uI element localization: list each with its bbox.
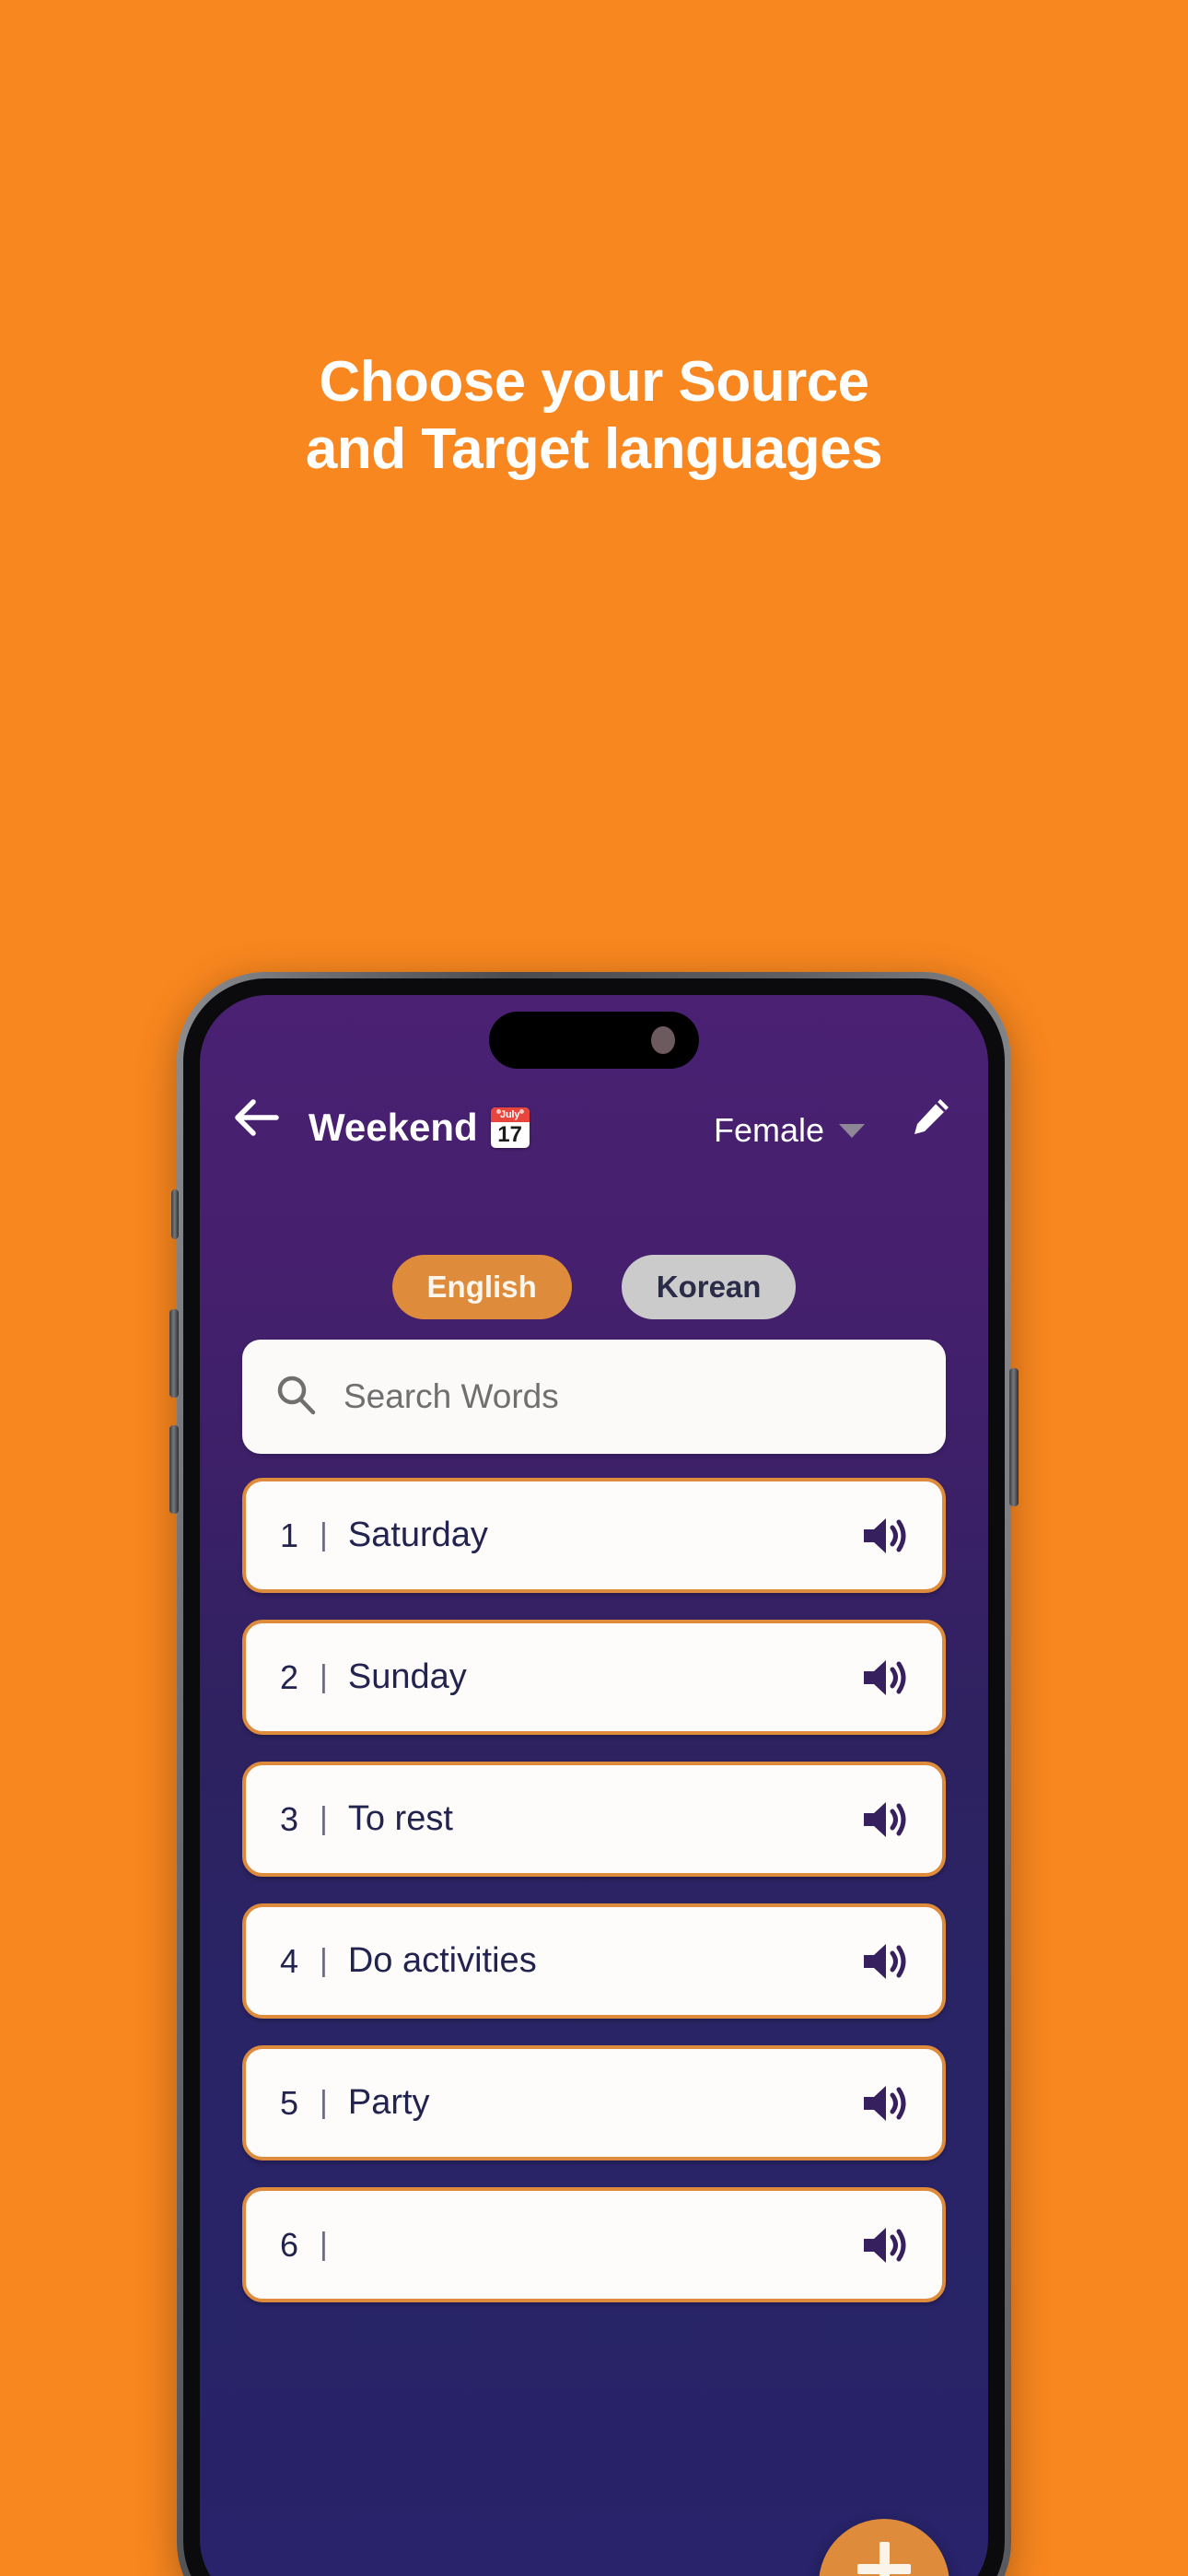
table-row[interactable]: 1 | Saturday [242,1478,946,1593]
promo-headline: Choose your Source and Target languages [0,348,1188,483]
word-index: 4 [279,1941,299,1980]
word-separator: | [320,1943,328,1978]
word-index: 3 [279,1799,299,1838]
language-chip-row: English Korean [200,1255,988,1319]
dynamic-island [489,1012,699,1069]
page-title: Weekend [309,1106,478,1149]
volume-up-icon[interactable] [859,2219,911,2271]
word-text: Do activities [347,1941,537,1980]
calendar-ring-left [495,1109,501,1114]
headline-line-2: and Target languages [305,417,883,482]
word-text: Saturday [347,1516,488,1554]
table-row[interactable]: 4 | Do activities [242,1903,946,2019]
table-row[interactable]: 3 | To rest [242,1762,946,1877]
chevron-down-icon [839,1123,865,1138]
back-button[interactable] [226,1089,286,1150]
word-text: Party [347,2083,430,2122]
plus-icon [857,2542,911,2576]
front-camera-icon [651,1026,675,1054]
table-row[interactable]: 2 | Sunday [242,1620,946,1735]
phone-screen: Weekend July 17 Female English Korean Se… [200,995,988,2576]
calendar-ring-right [518,1109,524,1114]
word-index: 1 [279,1516,299,1554]
phone-mute-switch[interactable] [171,1189,179,1239]
search-icon [274,1373,318,1422]
volume-up-icon[interactable] [859,1510,911,1562]
word-index: 2 [279,1657,299,1696]
word-index: 6 [279,2225,299,2264]
word-separator: | [320,1517,328,1552]
table-row[interactable]: 6 | [242,2187,946,2302]
edit-button[interactable] [898,1089,962,1150]
arrow-left-icon [233,1097,279,1142]
source-language-chip[interactable]: English [391,1255,572,1319]
calendar-icon: July 17 [490,1107,530,1148]
volume-up-icon[interactable] [859,2078,911,2129]
headline-line-1: Choose your Source [319,350,869,414]
word-separator: | [320,2227,328,2262]
phone-power-button[interactable] [1009,1368,1019,1506]
table-row[interactable]: 5 | Party [242,2045,946,2160]
word-separator: | [320,1801,328,1836]
voice-selector[interactable]: Female [714,1111,865,1150]
word-list: 1 | Saturday 2 | Sunday 3 | To rest 4 | … [242,1478,946,2576]
phone-volume-up-button[interactable] [169,1309,179,1398]
phone-volume-down-button[interactable] [169,1425,179,1514]
voice-selector-label: Female [713,1111,824,1149]
volume-up-icon[interactable] [859,1936,911,1987]
phone-mockup: Weekend July 17 Female English Korean Se… [169,972,1019,2576]
word-text: To rest [347,1799,453,1838]
word-text: Sunday [347,1657,467,1696]
search-input[interactable]: Search Words [344,1377,559,1416]
word-index: 5 [279,2083,299,2122]
phone-bezel: Weekend July 17 Female English Korean Se… [183,978,1005,2576]
word-separator: | [320,2085,328,2120]
target-language-chip[interactable]: Korean [621,1255,797,1319]
volume-up-icon[interactable] [859,1652,911,1704]
header-title-group: Weekend July 17 [309,1106,530,1150]
volume-up-icon[interactable] [859,1794,911,1845]
word-separator: | [320,1659,328,1694]
search-bar[interactable]: Search Words [242,1340,946,1454]
pencil-icon [908,1095,952,1144]
calendar-day: 17 [497,1122,522,1147]
